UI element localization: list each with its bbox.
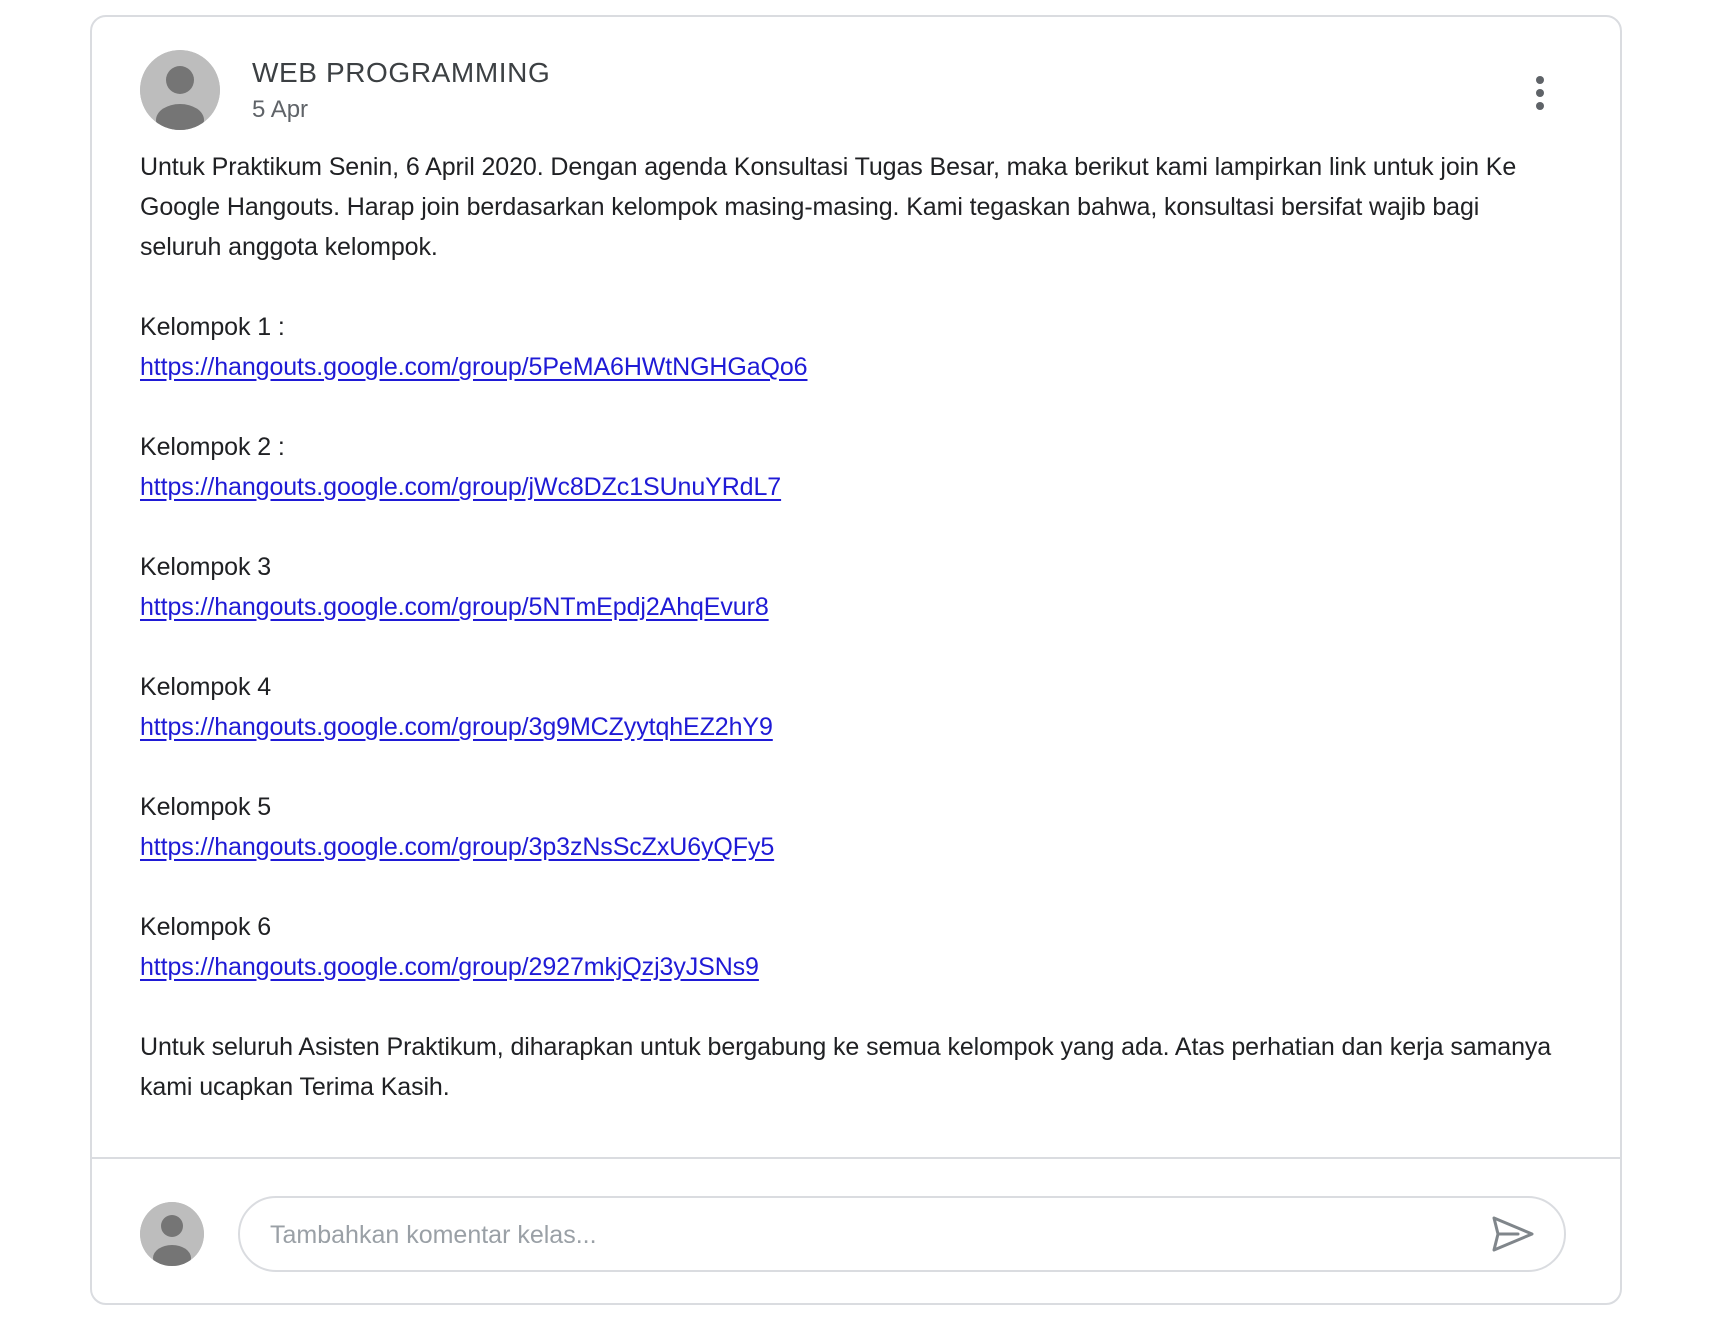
person-icon: [140, 1202, 204, 1266]
group-link[interactable]: https://hangouts.google.com/group/5PeMA6…: [140, 353, 808, 381]
group-label: Kelompok 1 :: [140, 313, 285, 341]
group-link[interactable]: https://hangouts.google.com/group/2927mk…: [140, 953, 759, 981]
post-body: Untuk Praktikum Senin, 6 April 2020. Den…: [140, 147, 1560, 1107]
commenter-avatar: [140, 1202, 204, 1266]
person-icon: [140, 50, 220, 130]
post-closing: Untuk seluruh Asisten Praktikum, diharap…: [140, 1033, 1552, 1101]
group-label: Kelompok 6: [140, 913, 272, 941]
group-link[interactable]: https://hangouts.google.com/group/3g9MCZ…: [140, 713, 773, 741]
group-link[interactable]: https://hangouts.google.com/group/jWc8DZ…: [140, 473, 781, 501]
group-link[interactable]: https://hangouts.google.com/group/3p3zNs…: [140, 833, 774, 861]
stream-post-card: WEB PROGRAMMING 5 Apr Untuk Praktikum Se…: [90, 15, 1622, 1305]
post-date: 5 Apr: [252, 96, 309, 123]
group-label: Kelompok 3: [140, 553, 272, 581]
send-icon: [1492, 1216, 1534, 1252]
more-options-button[interactable]: [1516, 69, 1564, 117]
group-link[interactable]: https://hangouts.google.com/group/5NTmEp…: [140, 593, 769, 621]
post-intro: Untuk Praktikum Senin, 6 April 2020. Den…: [140, 153, 1517, 261]
group-label: Kelompok 2 :: [140, 433, 285, 461]
post-author: WEB PROGRAMMING: [252, 57, 551, 88]
comment-box: [238, 1196, 1566, 1272]
group-label: Kelompok 4: [140, 673, 272, 701]
divider: [92, 1157, 1620, 1159]
group-label: Kelompok 5: [140, 793, 272, 821]
author-avatar: [140, 50, 220, 130]
send-button[interactable]: [1488, 1210, 1536, 1258]
comment-input[interactable]: [268, 1212, 1452, 1258]
